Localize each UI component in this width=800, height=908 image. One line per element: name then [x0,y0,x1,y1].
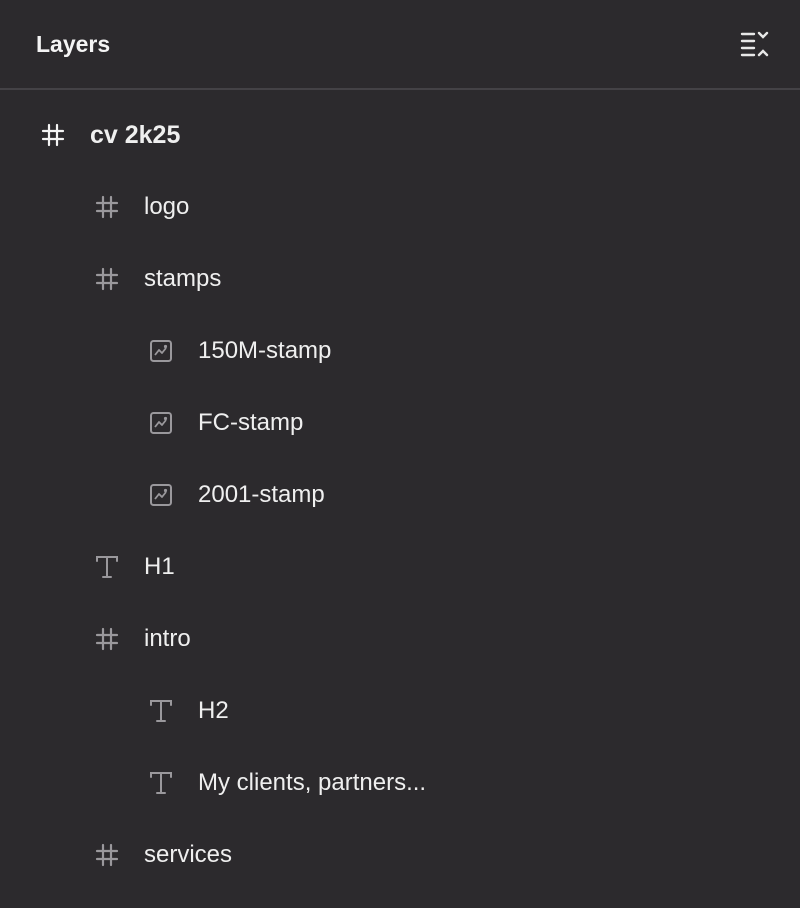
layer-row-h1[interactable]: H1 [0,531,800,603]
image-icon [146,459,176,531]
panel-header: Layers [0,0,800,90]
layer-name: stamps [144,265,222,292]
layer-name: H1 [144,553,175,580]
layer-name: services [144,841,233,868]
layer-row-stamps[interactable]: stamps [0,243,800,315]
layer-name: logo [144,193,190,220]
image-icon [146,315,176,387]
frame-icon [92,243,122,315]
frame-icon [92,171,122,243]
layer-name: cv 2k25 [90,121,181,149]
layer-name: My clients, partners... [198,769,427,796]
image-icon [146,387,176,459]
layer-row-services[interactable]: services [0,819,800,891]
layer-row-my-clients-partners[interactable]: My clients, partners... [0,747,800,819]
text-icon [146,747,176,819]
layer-row-cv-2k25[interactable]: cv 2k25 [0,99,800,171]
layer-row-logo[interactable]: logo [0,171,800,243]
collapse-all-icon [738,28,772,62]
layer-name: intro [144,625,191,652]
text-icon [146,675,176,747]
frame-icon [92,603,122,675]
layer-name: H2 [198,697,229,724]
frame-icon [38,99,68,171]
layer-row-intro[interactable]: intro [0,603,800,675]
layer-row-150m-stamp[interactable]: 150M-stamp [0,315,800,387]
layers-panel: Layers cv 2k25 logo stamps 150M-stamp FC-sta… [0,0,800,908]
collapse-all-button[interactable] [738,28,772,62]
layer-name: FC-stamp [198,409,304,436]
layer-row-fc-stamp[interactable]: FC-stamp [0,387,800,459]
text-icon [92,531,122,603]
frame-icon [92,819,122,891]
layer-row-h2[interactable]: H2 [0,675,800,747]
panel-title: Layers [36,31,111,57]
layer-name: 2001-stamp [198,481,325,508]
layer-row-2001-stamp[interactable]: 2001-stamp [0,459,800,531]
layer-name: 150M-stamp [198,337,332,364]
